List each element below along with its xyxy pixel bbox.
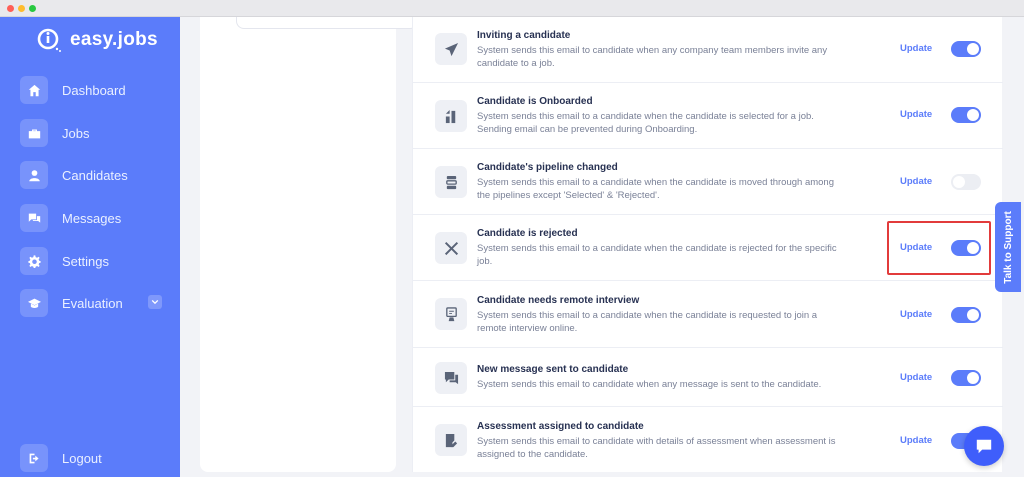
notification-description: System sends this email to a candidate w… xyxy=(477,310,818,334)
notification-title: Candidate is rejected xyxy=(477,228,578,239)
message-icon xyxy=(435,362,467,394)
notification-title: New message sent to candidate xyxy=(477,364,629,375)
notification-toggle[interactable] xyxy=(951,174,981,190)
gear-icon xyxy=(20,247,48,275)
sidebar-item-label: Jobs xyxy=(62,125,90,141)
sidebar-item-label: Dashboard xyxy=(62,82,126,98)
logout-icon xyxy=(20,444,48,472)
chat-launcher-button[interactable] xyxy=(964,426,1004,466)
pipeline-icon xyxy=(435,166,467,198)
bar-chart-icon xyxy=(435,100,467,132)
sidebar: easy.jobs Dashboard Jobs Candidates Mess… xyxy=(0,17,180,477)
logo-icon xyxy=(36,27,62,53)
update-button[interactable]: Update xyxy=(900,176,932,187)
reject-x-icon xyxy=(435,232,467,264)
list-item: Candidate needs remote interview System … xyxy=(413,281,1003,348)
notification-description: System sends this email to a candidate w… xyxy=(477,177,834,201)
notification-toggle[interactable] xyxy=(951,307,981,323)
graduation-cap-icon xyxy=(20,289,48,317)
update-button[interactable]: Update xyxy=(900,372,932,383)
talk-to-support-tab[interactable]: Talk to Support xyxy=(995,202,1021,292)
send-icon xyxy=(435,33,467,65)
sidebar-item-evaluation[interactable]: Evaluation xyxy=(20,288,164,318)
sidebar-item-label: Messages xyxy=(62,210,122,226)
app-logo[interactable]: easy.jobs xyxy=(36,27,158,53)
chat-icon xyxy=(976,439,992,454)
sidebar-item-dashboard[interactable]: Dashboard xyxy=(20,75,126,105)
notification-title: Assessment assigned to candidate xyxy=(477,421,644,432)
sidebar-item-candidates[interactable]: Candidates xyxy=(20,160,128,190)
remote-interview-icon xyxy=(435,298,467,330)
notification-title: Inviting a candidate xyxy=(477,30,571,41)
notification-description: System sends this email to candidate whe… xyxy=(477,45,828,69)
settings-menu-panel xyxy=(200,17,418,472)
logo-text: easy.jobs xyxy=(70,29,158,50)
sidebar-item-jobs[interactable]: Jobs xyxy=(20,118,89,148)
notification-toggle[interactable] xyxy=(951,370,981,386)
list-item: Candidate is Onboarded System sends this… xyxy=(413,83,1003,149)
notification-description: System sends this email to a candidate w… xyxy=(477,111,814,135)
notification-title: Candidate's pipeline changed xyxy=(477,162,618,173)
chat-bubbles-icon xyxy=(20,204,48,232)
highlight-box xyxy=(887,221,991,275)
update-button[interactable]: Update xyxy=(900,109,932,120)
list-item: Inviting a candidate System sends this e… xyxy=(413,17,1003,83)
list-item: New message sent to candidate System sen… xyxy=(413,348,1003,407)
update-button[interactable]: Update xyxy=(900,435,932,446)
briefcase-icon xyxy=(20,119,48,147)
sidebar-item-messages[interactable]: Messages xyxy=(20,203,121,233)
notification-description: System sends this email to candidate whe… xyxy=(477,379,822,390)
logout-button[interactable]: Logout xyxy=(20,443,102,473)
notification-toggle[interactable] xyxy=(951,107,981,123)
notification-title: Candidate is Onboarded xyxy=(477,96,593,107)
list-item: Candidate's pipeline changed System send… xyxy=(413,149,1003,215)
sidebar-item-label: Evaluation xyxy=(62,295,123,311)
home-icon xyxy=(20,76,48,104)
notification-title: Candidate needs remote interview xyxy=(477,295,640,306)
close-window-button[interactable] xyxy=(7,5,14,12)
sidebar-item-settings[interactable]: Settings xyxy=(20,246,109,276)
list-item: Assessment assigned to candidate System … xyxy=(413,407,1003,472)
update-button[interactable]: Update xyxy=(900,43,932,54)
maximize-window-button[interactable] xyxy=(29,5,36,12)
sidebar-item-label: Candidates xyxy=(62,167,128,183)
user-icon xyxy=(20,161,48,189)
assessment-icon xyxy=(435,424,467,456)
chevron-down-icon[interactable] xyxy=(148,295,162,309)
notification-description: System sends this email to candidate wit… xyxy=(477,436,836,460)
sidebar-item-label: Settings xyxy=(62,253,109,269)
window-titlebar xyxy=(0,0,1024,17)
minimize-window-button[interactable] xyxy=(18,5,25,12)
notification-toggle[interactable] xyxy=(951,41,981,57)
settings-menu-card xyxy=(236,17,418,29)
notification-description: System sends this email to a candidate w… xyxy=(477,243,837,267)
logout-label: Logout xyxy=(62,450,102,466)
update-button[interactable]: Update xyxy=(900,309,932,320)
support-label: Talk to Support xyxy=(1002,210,1014,284)
